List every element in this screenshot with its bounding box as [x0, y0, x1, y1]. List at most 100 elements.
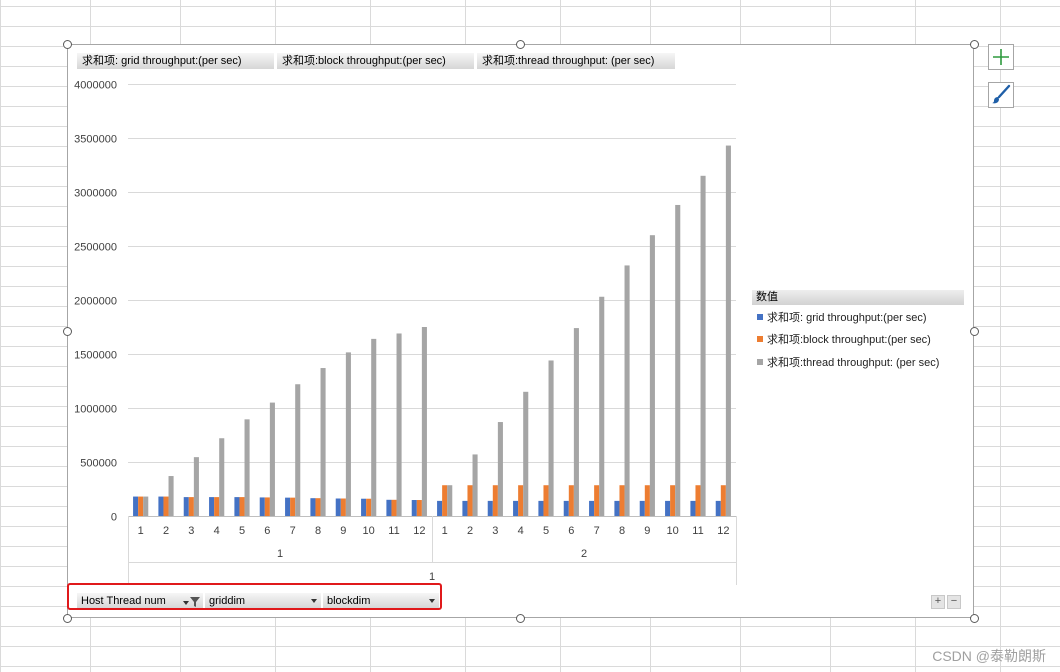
y-tick-label: 1500000	[74, 350, 117, 362]
y-tick-label: 2500000	[74, 242, 117, 254]
bar-g1-c5-s2	[239, 497, 245, 516]
x-tick-label: 11	[388, 525, 399, 537]
bar-g2-c10-s2	[670, 485, 676, 516]
y-tick-label: 4000000	[74, 80, 117, 92]
bar-g2-c10-s1	[665, 500, 671, 516]
x-tick-label: 6	[568, 525, 574, 537]
bar-g1-c8-s2	[315, 498, 321, 516]
x-tick-label: 8	[315, 525, 321, 537]
bar-g1-c2-s1	[158, 496, 164, 516]
plus-icon	[993, 49, 1009, 65]
bar-g1-c4-s2	[214, 497, 220, 516]
chart-elements-button[interactable]	[988, 44, 1014, 70]
bar-g2-c7-s3	[599, 296, 605, 516]
bar-g2-c4-s2	[518, 485, 524, 516]
bar-g2-c4-s3	[523, 391, 529, 516]
x-tick-label: 2	[163, 525, 169, 537]
bar-g2-c6-s2	[568, 485, 574, 516]
x-tick-label: 2	[467, 525, 473, 537]
bar-g1-c5-s3	[244, 419, 250, 516]
y-tick-label: 0	[111, 512, 117, 524]
resize-handle-top[interactable]	[516, 40, 525, 49]
x-tick-label: 7	[290, 525, 296, 537]
bar-g2-c12-s3	[725, 145, 731, 516]
x-tick-label: 4	[518, 525, 524, 537]
bar-g1-c2-s2	[163, 496, 169, 516]
bar-g1-c8-s3	[320, 368, 326, 516]
chart-styles-button[interactable]	[988, 82, 1014, 108]
y-tick-label: 2000000	[74, 296, 117, 308]
resize-handle-bottom-left[interactable]	[63, 614, 72, 623]
resize-handle-top-left[interactable]	[63, 40, 72, 49]
bar-g1-c10-s3	[371, 338, 377, 516]
bar-g2-c2-s3	[472, 454, 478, 516]
legend-item-thread[interactable]: 求和项:thread throughput: (per sec)	[757, 357, 939, 370]
bar-g1-c7-s2	[290, 497, 296, 516]
x-tick-label: 10	[363, 525, 375, 537]
legend-item-block[interactable]: 求和项:block throughput:(per sec)	[757, 334, 931, 347]
bar-g2-c11-s1	[690, 500, 696, 516]
bar-g2-c11-s2	[695, 485, 701, 516]
legend-item-grid[interactable]: 求和项: grid throughput:(per sec)	[757, 312, 927, 325]
bar-g2-c6-s1	[563, 500, 569, 516]
bar-g2-c4-s1	[513, 500, 519, 516]
bar-g2-c3-s1	[487, 500, 493, 516]
bar-g2-c2-s1	[462, 500, 468, 516]
bar-g1-c1-s1	[133, 496, 139, 516]
brush-icon	[992, 84, 1011, 104]
bar-g1-c11-s2	[391, 499, 397, 516]
bar-g1-c4-s1	[209, 497, 215, 516]
bar-g2-c5-s1	[538, 500, 544, 516]
x-tick-label: 5	[239, 525, 245, 537]
bar-g2-c3-s2	[492, 485, 498, 516]
x-group-label: 2	[581, 548, 587, 560]
bar-g2-c5-s2	[543, 485, 549, 516]
bar-g2-c11-s3	[700, 175, 706, 517]
bar-g1-c12-s2	[416, 500, 422, 516]
bar-g2-c7-s2	[594, 485, 600, 516]
bar-g1-c7-s3	[295, 384, 301, 516]
bar-g2-c1-s3	[447, 485, 453, 516]
x-tick-label: 12	[717, 525, 729, 537]
x-tick-label: 11	[692, 525, 703, 537]
bar-g1-c3-s3	[193, 457, 199, 516]
bar-g2-c5-s3	[548, 360, 554, 516]
bar-g1-c5-s1	[234, 497, 240, 516]
bar-g1-c6-s1	[259, 497, 265, 516]
bar-g1-c6-s3	[269, 402, 275, 516]
x-tick-label: 8	[619, 525, 625, 537]
resize-handle-bottom-right[interactable]	[970, 614, 979, 623]
bar-g2-c8-s3	[624, 265, 630, 516]
x-tick-label: 12	[413, 525, 425, 537]
x-tick-label: 4	[214, 525, 220, 537]
x-tick-label: 7	[594, 525, 600, 537]
expand-field-button[interactable]: +	[931, 595, 945, 609]
y-tick-label: 500000	[80, 458, 117, 470]
bar-g2-c2-s2	[467, 485, 473, 516]
bar-g1-c9-s1	[335, 498, 341, 516]
x-tick-label: 9	[340, 525, 346, 537]
resize-handle-left[interactable]	[63, 327, 72, 336]
legend-swatch-block	[757, 336, 763, 342]
bar-g2-c6-s3	[573, 328, 579, 516]
bar-g1-c1-s3	[143, 496, 149, 516]
bar-g2-c9-s1	[639, 500, 645, 516]
resize-handle-bottom[interactable]	[516, 614, 525, 623]
collapse-field-button[interactable]: −	[947, 595, 961, 609]
bar-g1-c3-s1	[183, 497, 189, 516]
resize-handle-right[interactable]	[970, 327, 979, 336]
resize-handle-top-right[interactable]	[970, 40, 979, 49]
watermark-text: CSDN @泰勒朗斯	[932, 648, 1046, 664]
bar-g1-c9-s2	[340, 498, 346, 516]
bar-g2-c12-s1	[715, 500, 721, 516]
bar-g1-c7-s1	[285, 497, 291, 516]
bar-g1-c2-s3	[168, 476, 174, 516]
bar-g2-c1-s2	[442, 485, 448, 516]
bar-g1-c9-s3	[345, 352, 351, 516]
x-tick-label: 10	[667, 525, 679, 537]
legend-swatch-grid	[757, 314, 763, 320]
bar-g1-c11-s3	[396, 333, 402, 516]
bar-g2-c9-s2	[644, 485, 650, 516]
bar-g1-c8-s1	[310, 498, 316, 516]
legend-title: 数值	[752, 290, 964, 305]
